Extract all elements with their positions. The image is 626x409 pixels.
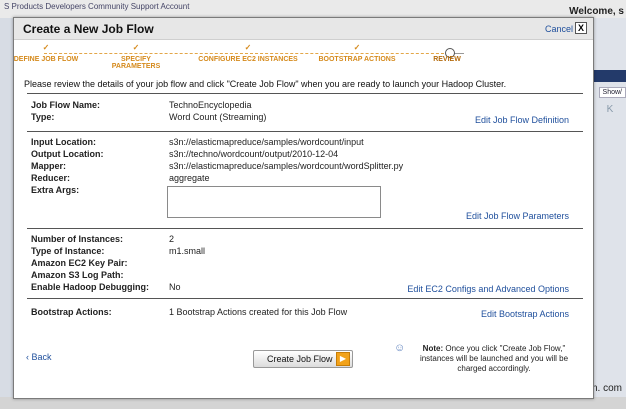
check-icon: ✓ [132,43,140,52]
output-location-value: s3n://techno/wordcount/output/2010-12-04 [169,149,339,159]
input-location-value: s3n://elasticmapreduce/samples/wordcount… [169,137,364,147]
back-link[interactable]: ‹ Back [26,352,52,362]
background-sidebar [0,18,14,409]
mapper-label: Mapper: [31,161,67,171]
step-label: BOOTSTRAP ACTIONS [318,56,396,63]
check-icon: ✓ [42,43,50,52]
background-right-band [592,70,626,82]
step-configure-ec2: ✓ CONFIGURE EC2 INSTANCES [198,43,298,63]
extra-args-textarea[interactable] [167,186,381,218]
step-label: CONFIGURE EC2 INSTANCES [198,56,298,63]
input-location-label: Input Location: [31,137,96,147]
note-text: Once you click "Create Job Flow," instan… [419,344,569,373]
section-job-flow-definition: Job Flow Name: TechnoEncyclopedia Type: … [27,93,583,129]
note-title: Note: [422,344,444,353]
edit-job-flow-definition-link[interactable]: Edit Job Flow Definition [475,115,569,125]
wizard-steps: ✓ DEFINE JOB FLOW ✓ SPECIFY PARAMETERS ✓… [14,40,593,74]
step-define-job-flow: ✓ DEFINE JOB FLOW [6,43,86,63]
section-ec2-instances: Number of Instances: 2 Type of Instance:… [27,228,583,298]
cancel-link[interactable]: Cancel [545,24,573,34]
reducer-value: aggregate [169,173,210,183]
section-bootstrap-actions: Bootstrap Actions: 1 Bootstrap Actions c… [27,298,583,322]
output-location-label: Output Location: [31,149,104,159]
create-job-flow-label: Create Job Flow [267,354,333,364]
job-flow-name-label: Job Flow Name: [31,100,101,110]
instance-type-label: Type of Instance: [31,246,105,256]
job-flow-name-value: TechnoEncyclopedia [169,100,252,110]
edit-ec2-configs-link[interactable]: Edit EC2 Configs and Advanced Options [407,284,569,294]
mapper-value: s3n://elasticmapreduce/samples/wordcount… [169,161,404,171]
create-job-flow-button[interactable]: Create Job Flow ▶ [253,350,353,368]
launch-note: Note: Once you click "Create Job Flow," … [412,344,576,374]
dialog-title: Create a New Job Flow [23,22,154,36]
step-review: REVIEW [407,43,487,63]
step-label: DEFINE JOB FLOW [13,56,79,63]
dialog-header: Create a New Job Flow Cancel X [14,18,593,40]
bootstrap-actions-value: 1 Bootstrap Actions created for this Job… [169,307,348,317]
background-welcome: Welcome, s [569,6,624,17]
number-of-instances-label: Number of Instances: [31,234,124,244]
reducer-label: Reducer: [31,173,71,183]
edit-job-flow-parameters-link[interactable]: Edit Job Flow Parameters [466,211,569,221]
background-nav: S Products Developers Community Support … [4,2,190,11]
step-specify-parameters: ✓ SPECIFY PARAMETERS [96,43,176,70]
type-label: Type: [31,112,55,122]
step-label: SPECIFY PARAMETERS [111,56,161,70]
info-icon: ☺ [394,342,406,354]
back-label: Back [31,352,52,362]
section-job-flow-parameters: Input Location: s3n://elasticmapreduce/s… [27,131,583,225]
hadoop-debugging-value: No [169,282,181,292]
key-pair-label: Amazon EC2 Key Pair: [31,258,128,268]
step-bootstrap-actions: ✓ BOOTSTRAP ACTIONS [312,43,402,63]
extra-args-label: Extra Args: [31,185,80,195]
background-show-button[interactable]: Show/ [598,87,626,98]
background-pager[interactable]: K [598,104,622,116]
check-icon: ✓ [244,43,252,52]
check-icon: ✓ [353,43,361,52]
review-intro-text: Please review the details of your job fl… [24,79,507,89]
step-label: REVIEW [433,56,461,63]
background-header: S Products Developers Community Support … [0,0,626,18]
type-value: Word Count (Streaming) [169,112,267,122]
instance-type-value: m1.small [169,246,206,256]
bootstrap-actions-label: Bootstrap Actions: [31,307,112,317]
hadoop-debugging-label: Enable Hadoop Debugging: [31,282,149,292]
edit-bootstrap-actions-link[interactable]: Edit Bootstrap Actions [481,309,569,319]
number-of-instances-value: 2 [169,234,175,244]
close-icon[interactable]: X [575,22,587,34]
log-path-label: Amazon S3 Log Path: [31,270,124,280]
play-arrow-icon: ▶ [336,352,350,366]
